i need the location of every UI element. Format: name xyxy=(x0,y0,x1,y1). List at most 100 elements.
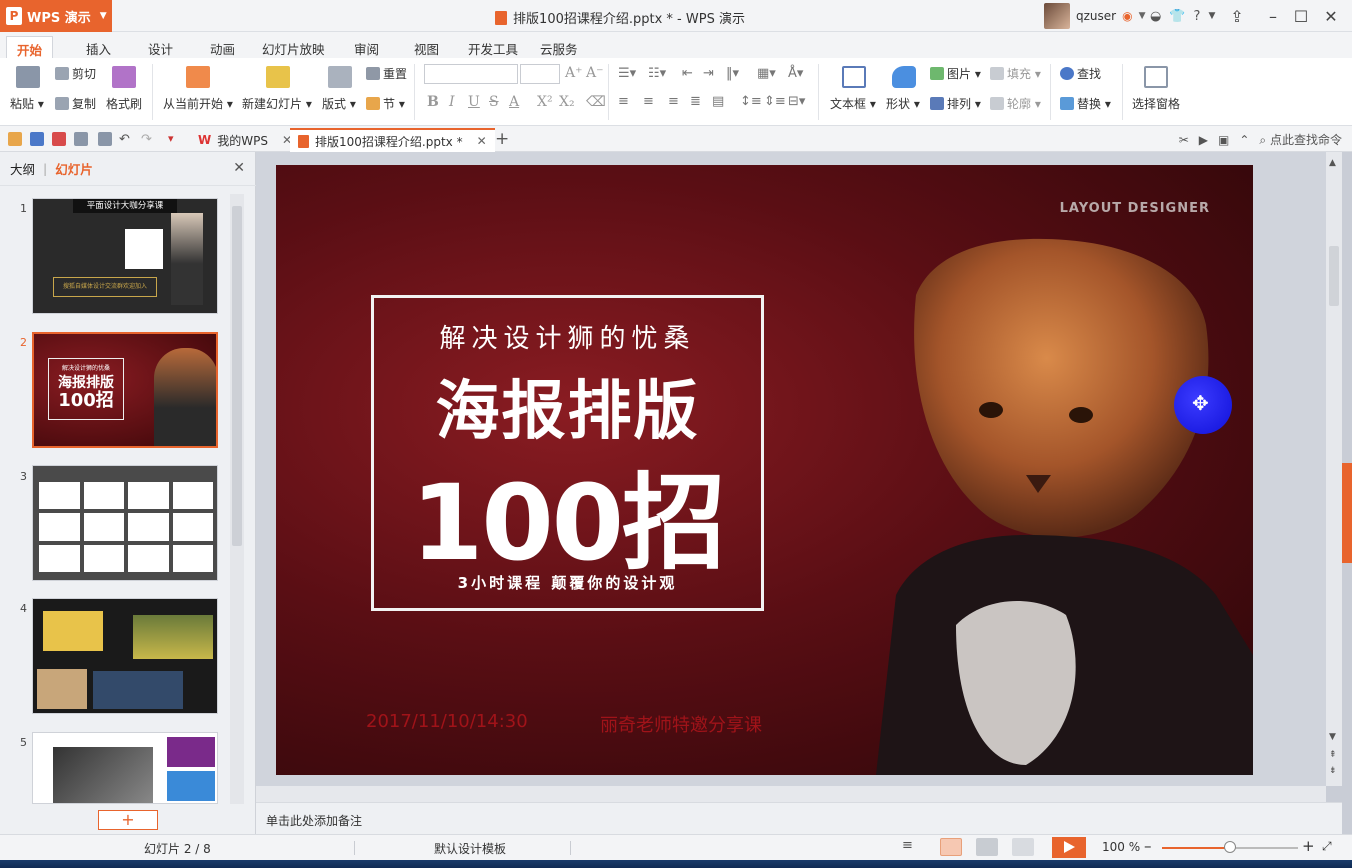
outline-button[interactable]: 轮廓 ▾ xyxy=(990,95,1041,112)
subscript-icon[interactable]: X₂ xyxy=(559,94,575,110)
increase-indent-icon[interactable]: ⇥ xyxy=(703,66,714,81)
tab-design[interactable]: 设计 xyxy=(138,36,183,58)
export-pdf-icon[interactable] xyxy=(52,132,66,146)
from-current-button[interactable]: 从当前开始 ▾ xyxy=(163,95,233,112)
slide-thumbnail-5[interactable] xyxy=(32,732,218,804)
tab-slideshow[interactable]: 幻灯片放映 xyxy=(252,36,335,58)
slide-sorter-icon[interactable] xyxy=(976,838,998,856)
cloud-icon[interactable]: ◒ xyxy=(1150,9,1161,24)
decrease-indent-icon[interactable]: ⇤ xyxy=(682,66,693,81)
tab-view[interactable]: 视图 xyxy=(404,36,449,58)
canvas-horizontal-scrollbar[interactable] xyxy=(256,786,1326,802)
text-box-icon[interactable] xyxy=(842,66,866,88)
upload-icon[interactable]: ⇪ xyxy=(1222,0,1252,32)
comment-icon[interactable]: ▣ xyxy=(1218,133,1229,147)
slide-thumbnail-4[interactable] xyxy=(32,598,218,714)
tab-insert[interactable]: 插入 xyxy=(76,36,121,58)
smartart-icon[interactable]: ⊟▾ xyxy=(788,94,805,109)
italic-icon[interactable]: I xyxy=(449,94,455,110)
fill-button[interactable]: 填充 ▾ xyxy=(990,65,1041,82)
paste-button[interactable]: 粘贴 ▾ xyxy=(10,95,44,112)
columns-icon[interactable]: ▦▾ xyxy=(757,66,776,81)
slide-thumbnail-1[interactable]: 平面设计大咖分享课 搜狐自媒体设计交流群欢迎加入 xyxy=(32,198,218,314)
tab-slides[interactable]: 幻灯片 xyxy=(55,159,93,178)
slide-thumbnail-3[interactable] xyxy=(32,465,218,581)
bullet-list-icon[interactable]: ☰▾ xyxy=(618,66,636,81)
save-icon[interactable] xyxy=(30,132,44,146)
cut-button[interactable]: 剪切 xyxy=(55,65,96,82)
close-icon[interactable]: ✕ xyxy=(233,160,245,176)
justify-icon[interactable]: ≣ xyxy=(690,94,701,109)
slide-thumbnail-2[interactable]: 解决设计狮的忧桑 海报排版 100招 xyxy=(32,332,218,448)
new-tab-button[interactable]: + xyxy=(495,129,509,149)
scrollbar-thumb[interactable] xyxy=(1329,246,1339,306)
align-center-icon[interactable]: ≡ xyxy=(643,94,654,109)
open-icon[interactable] xyxy=(8,132,22,146)
shape-icon[interactable] xyxy=(892,66,916,88)
line-spacing-icon[interactable]: Å▾ xyxy=(788,66,803,81)
align-text-icon[interactable]: ⇕≡ xyxy=(764,94,786,109)
slide-host[interactable]: 丽奇老师特邀分享课 xyxy=(600,711,762,737)
picture-button[interactable]: 图片 ▾ xyxy=(930,65,981,82)
slide-subtitle[interactable]: 解决设计狮的忧桑 xyxy=(374,318,761,355)
clear-format-icon[interactable]: ⌫ xyxy=(586,94,606,110)
command-search[interactable]: ⌕ 点此查找命令 xyxy=(1259,131,1342,148)
chevron-down-icon[interactable]: ▼ xyxy=(1139,11,1146,21)
tab-cloud[interactable]: 云服务 xyxy=(530,36,588,58)
format-painter-icon[interactable] xyxy=(112,66,136,88)
numbered-list-icon[interactable]: ☷▾ xyxy=(648,66,666,81)
scroll-down-icon[interactable]: ▼ xyxy=(1329,732,1336,742)
user-name[interactable]: qzuser xyxy=(1076,9,1116,23)
layout-icon[interactable] xyxy=(328,66,352,88)
side-tab-handle[interactable] xyxy=(1342,463,1352,563)
scrollbar-thumb[interactable] xyxy=(232,206,242,546)
tab-developer[interactable]: 开发工具 xyxy=(458,36,528,58)
current-slide[interactable]: LAYOUT DESIGNER 解决设计狮的忧桑 海报排版 100招 3小时课程… xyxy=(276,165,1253,775)
shrink-font-icon[interactable]: A⁻ xyxy=(586,65,604,81)
section-button[interactable]: 节 ▾ xyxy=(366,95,405,112)
fit-window-icon[interactable]: ⤢ xyxy=(1322,839,1332,854)
copy-button[interactable]: 复制 xyxy=(55,95,96,112)
distribute-icon[interactable]: ▤ xyxy=(712,94,724,109)
tab-home[interactable]: 开始 xyxy=(6,36,54,58)
tab-outline[interactable]: 大纲 xyxy=(10,159,35,178)
template-name[interactable]: 默认设计模板 xyxy=(434,840,506,857)
paste-icon[interactable] xyxy=(16,66,40,88)
replace-button[interactable]: 替换 ▾ xyxy=(1060,95,1111,112)
reading-view-icon[interactable] xyxy=(1012,838,1034,856)
account-badge-icon[interactable]: ◉ xyxy=(1122,9,1132,23)
new-slide-button[interactable]: 新建幻灯片 ▾ xyxy=(242,95,312,112)
zoom-slider-knob[interactable] xyxy=(1224,841,1236,853)
close-button[interactable]: ✕ xyxy=(1316,0,1346,32)
add-slide-button[interactable]: + xyxy=(98,810,158,830)
collapse-ribbon-icon[interactable]: ⌃ xyxy=(1239,133,1249,147)
zoom-slider[interactable] xyxy=(1162,841,1298,853)
panel-scrollbar[interactable] xyxy=(230,194,244,804)
font-size-select[interactable] xyxy=(520,64,560,84)
customize-toolbar-icon[interactable]: ▾ xyxy=(168,132,182,146)
print-icon[interactable] xyxy=(74,132,88,146)
maximize-button[interactable]: ☐ xyxy=(1286,0,1316,32)
slide-brand-text[interactable]: LAYOUT DESIGNER xyxy=(1060,201,1210,216)
chevron-down-icon[interactable]: ▼ xyxy=(1208,11,1215,21)
reset-button[interactable]: 重置 xyxy=(366,65,407,82)
font-name-select[interactable] xyxy=(424,64,518,84)
bold-icon[interactable]: B xyxy=(427,94,439,110)
align-right-icon[interactable]: ≡ xyxy=(668,94,679,109)
minimize-button[interactable]: – xyxy=(1258,0,1288,32)
text-box-button[interactable]: 文本框 ▾ xyxy=(830,95,876,112)
undo-icon[interactable]: ↶ xyxy=(119,132,133,147)
tab-my-wps[interactable]: W 我的WPS ✕ xyxy=(190,128,300,152)
tab-review[interactable]: 审阅 xyxy=(344,36,389,58)
align-left-icon[interactable]: ≡ xyxy=(618,94,629,109)
grow-font-icon[interactable]: A⁺ xyxy=(565,65,583,81)
arrange-button[interactable]: 排列 ▾ xyxy=(930,95,981,112)
slide-tagline[interactable]: 3小时课程 颠覆你的设计观 xyxy=(374,572,761,593)
play-slideshow-button[interactable] xyxy=(1052,837,1086,858)
help-icon[interactable]: ? xyxy=(1194,9,1201,24)
layout-button[interactable]: 版式 ▾ xyxy=(322,95,356,112)
share-icon[interactable]: ▶ xyxy=(1199,133,1208,147)
selection-pane-icon[interactable] xyxy=(1144,66,1168,88)
tab-animation[interactable]: 动画 xyxy=(200,36,245,58)
print-preview-icon[interactable] xyxy=(98,132,112,146)
